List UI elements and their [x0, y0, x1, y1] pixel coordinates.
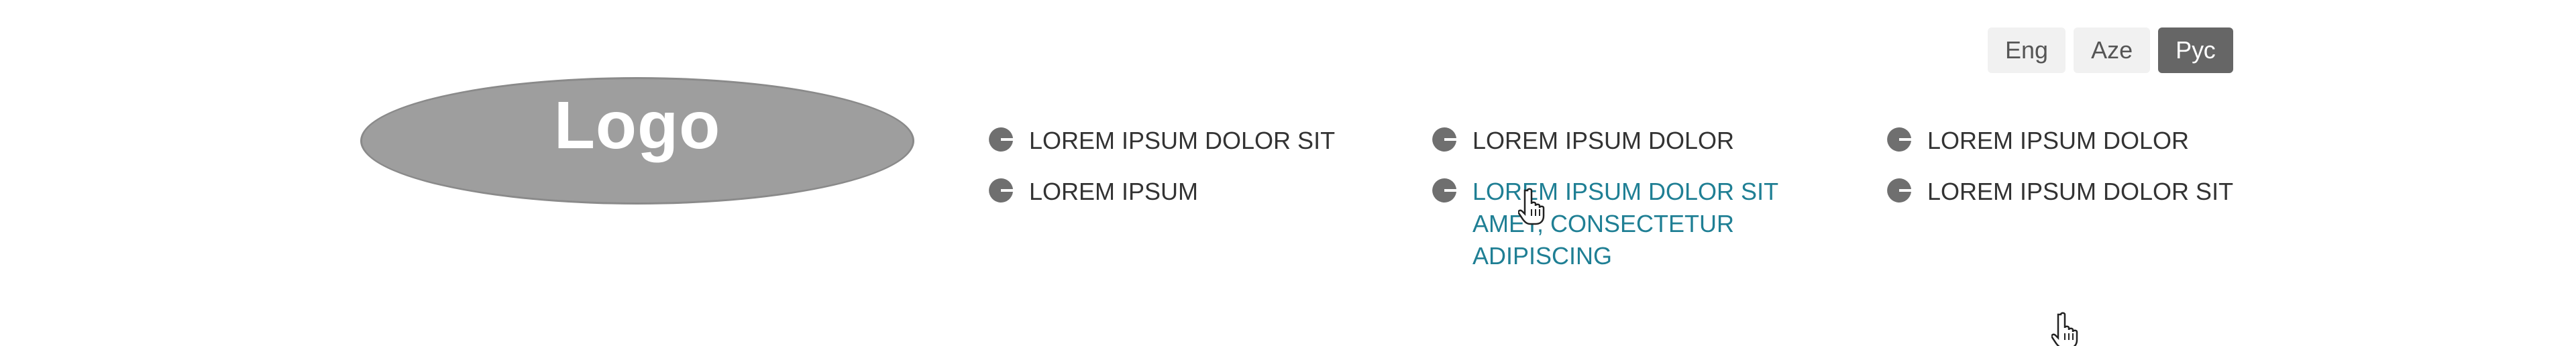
- nav-link-label: LOREM IPSUM DOLOR SIT: [1029, 127, 1336, 154]
- half-circle-bullet-icon: [1432, 127, 1456, 152]
- hand-pointer-cursor-icon: [2051, 312, 2078, 346]
- hand-pointer-cursor-icon: [1518, 188, 1545, 225]
- nav-column-2: LOREM IPSUM DOLOR LOREM IPSUM DOLOR SIT …: [1430, 125, 1848, 272]
- half-circle-bullet-icon: [989, 127, 1013, 152]
- nav-link[interactable]: LOREM IPSUM DOLOR SIT: [986, 125, 1335, 157]
- lang-button-aze[interactable]: Aze: [2074, 27, 2151, 73]
- logo-text: Logo: [553, 88, 721, 163]
- half-circle-bullet-icon: [989, 178, 1013, 203]
- nav-link[interactable]: LOREM IPSUM DOLOR: [1430, 125, 1848, 157]
- language-switcher: Eng Aze Рус: [1988, 27, 2233, 73]
- nav-column-3: LOREM IPSUM DOLOR LOREM IPSUM DOLOR SIT: [1884, 125, 2233, 208]
- page: Logo Eng Aze Рус LOREM IPSUM DOLOR SIT L…: [0, 0, 2576, 346]
- nav-column-1: LOREM IPSUM DOLOR SIT LOREM IPSUM: [986, 125, 1335, 208]
- nav-link[interactable]: LOREM IPSUM DOLOR: [1884, 125, 2233, 157]
- nav-link-label: LOREM IPSUM DOLOR SIT: [1927, 178, 2234, 205]
- half-circle-bullet-icon: [1887, 178, 1911, 203]
- lang-button-rus[interactable]: Рус: [2158, 27, 2233, 73]
- half-circle-bullet-icon: [1432, 178, 1456, 203]
- nav-link-hovered[interactable]: LOREM IPSUM DOLOR SIT AMET, CONSECTETUR …: [1430, 176, 1848, 272]
- nav-link-label: LOREM IPSUM: [1029, 178, 1199, 205]
- logo[interactable]: Logo: [360, 77, 914, 205]
- nav-link-label: LOREM IPSUM DOLOR: [1472, 127, 1735, 154]
- nav-link[interactable]: LOREM IPSUM: [986, 176, 1335, 208]
- lang-button-eng[interactable]: Eng: [1988, 27, 2066, 73]
- nav-link-label: LOREM IPSUM DOLOR: [1927, 127, 2190, 154]
- half-circle-bullet-icon: [1887, 127, 1911, 152]
- nav-link[interactable]: LOREM IPSUM DOLOR SIT: [1884, 176, 2233, 208]
